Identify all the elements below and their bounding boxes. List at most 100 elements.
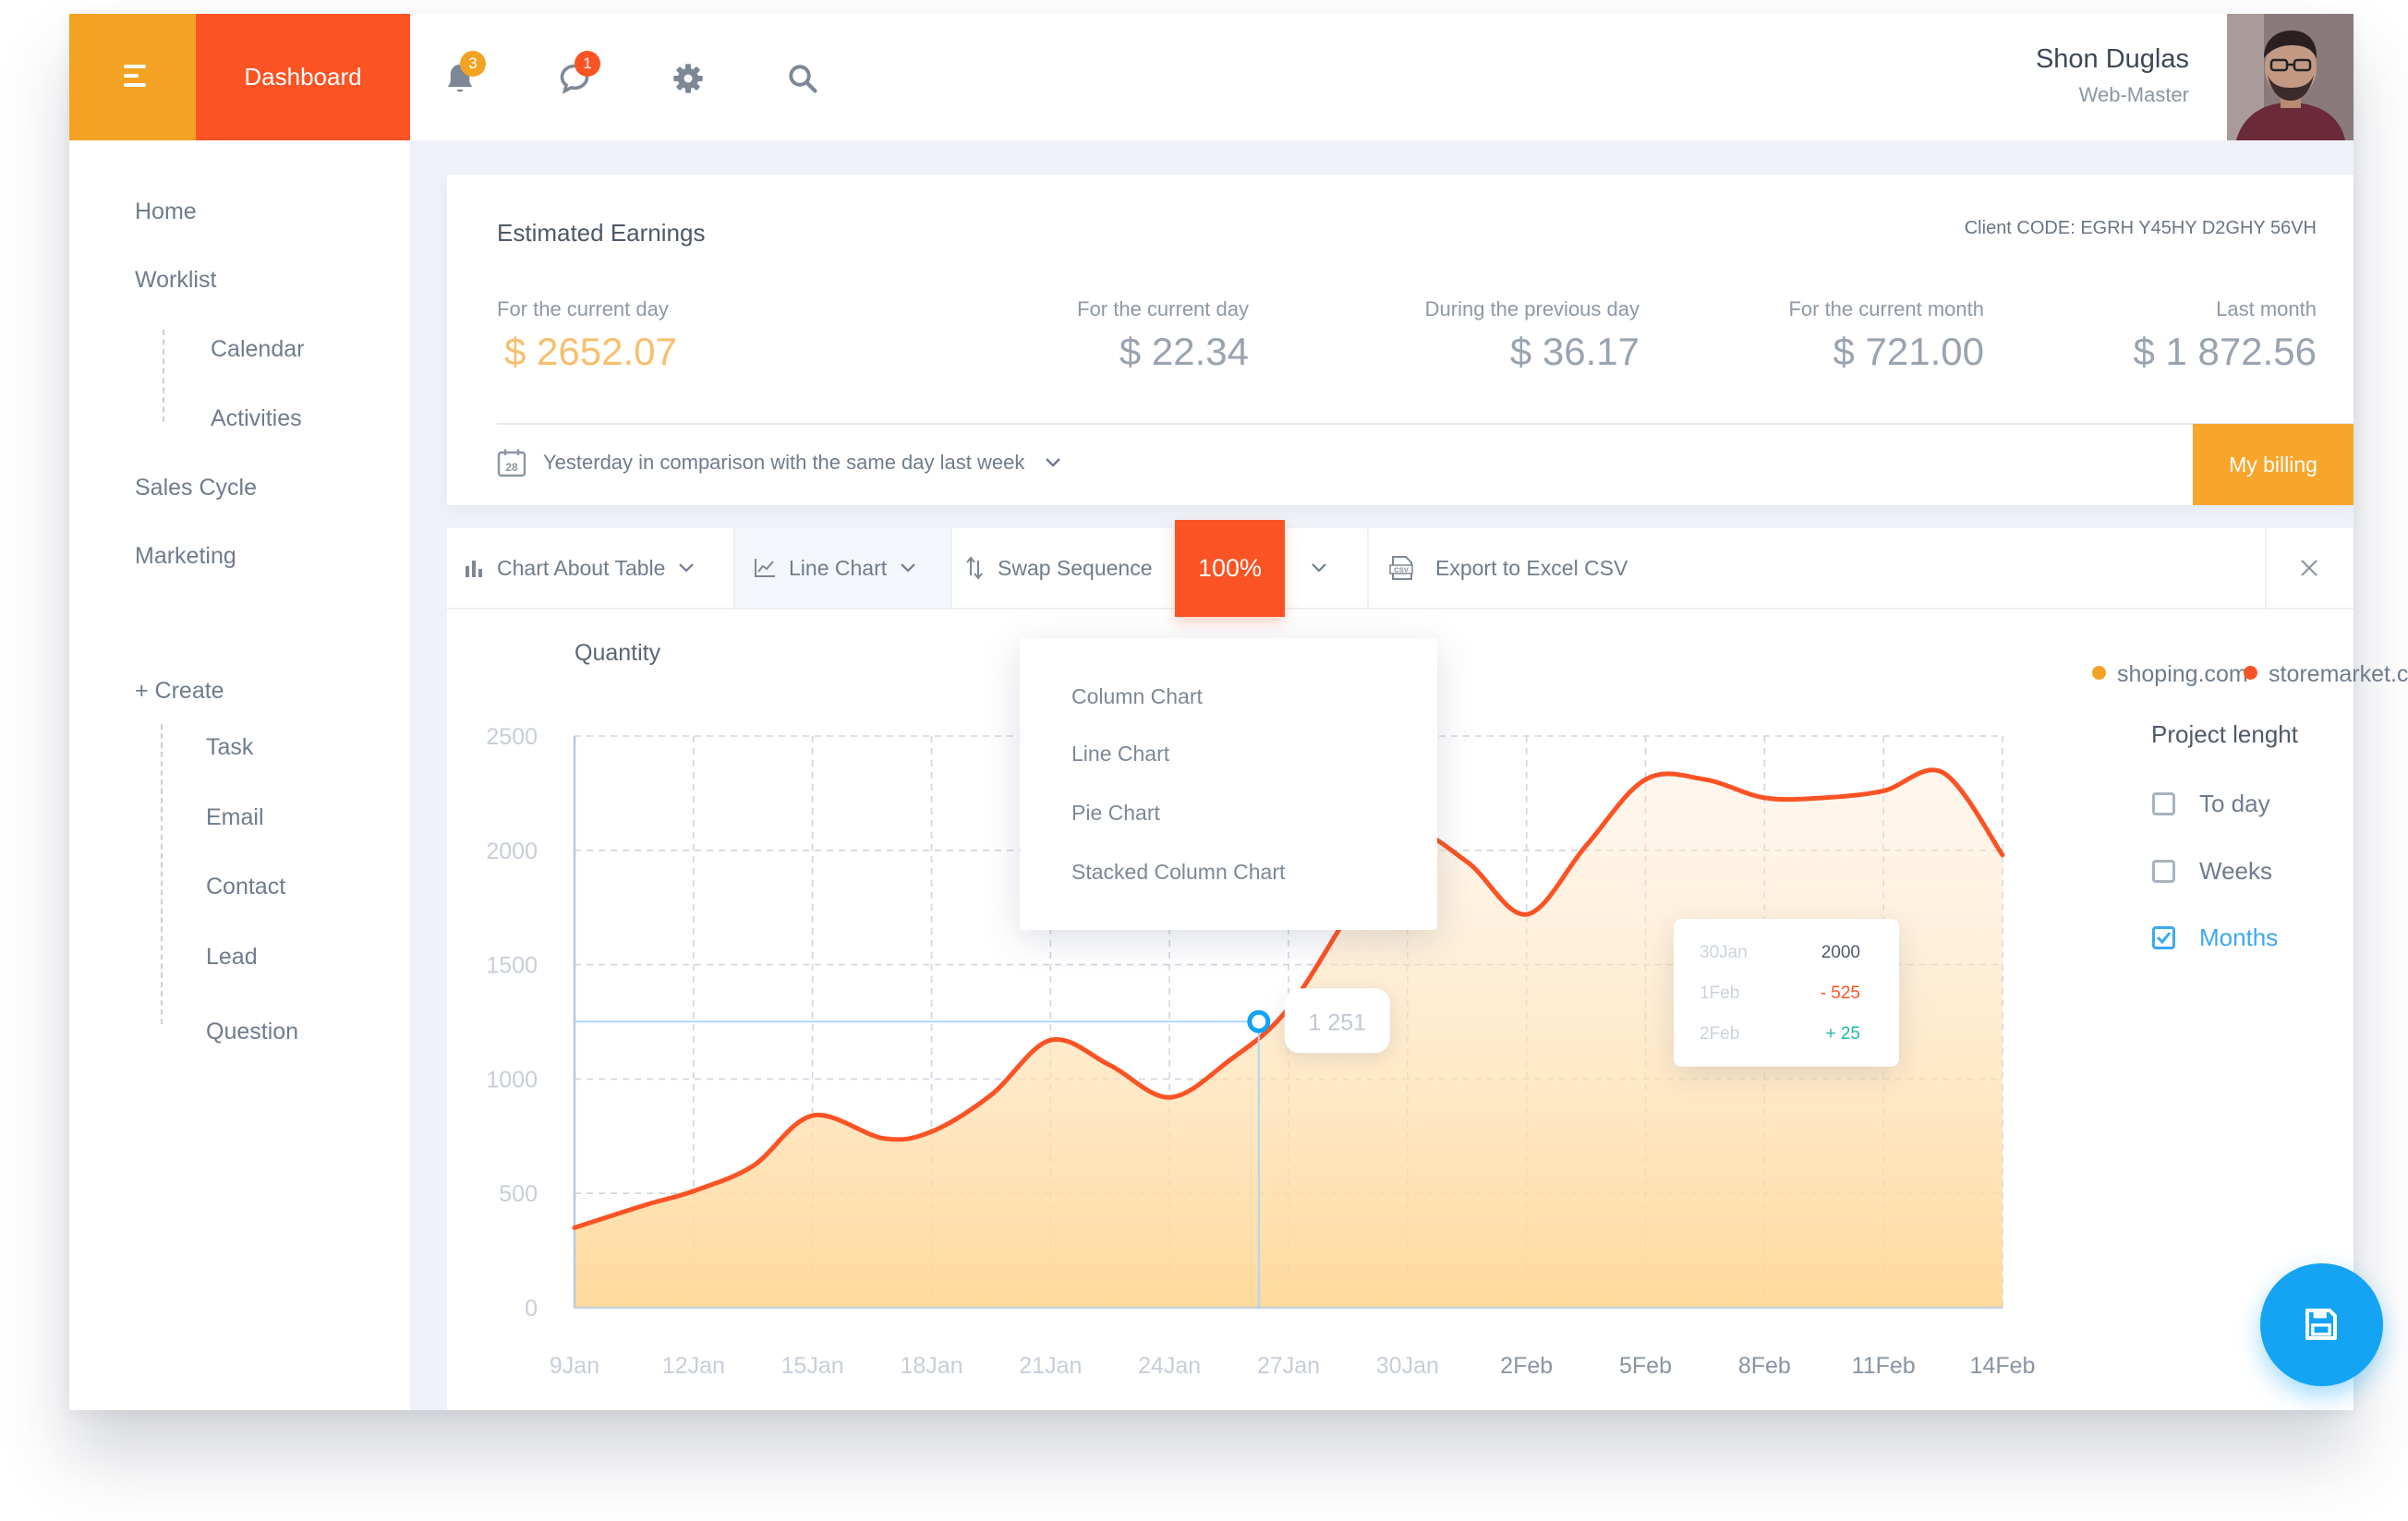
y-tick-label: 1000: [486, 1067, 538, 1092]
chevron-down-icon: [1046, 458, 1061, 467]
checkbox-box: [2152, 792, 2175, 815]
earnings-divider: [497, 423, 2354, 425]
y-tick-label: 500: [499, 1181, 538, 1207]
sidebar-item-marketing[interactable]: Marketing: [135, 543, 236, 570]
y-tick-label: 2000: [486, 839, 538, 864]
tooltip-date: 1Feb: [1700, 984, 1739, 1003]
x-tick-label: 9Jan: [550, 1353, 599, 1379]
stat-value-last-month: $ 1 872.56: [2133, 330, 2317, 373]
zoom-dropdown-button[interactable]: [1311, 528, 1327, 608]
tooltip-value: - 525: [1821, 984, 1860, 1003]
stat-label-last-month: Last month: [2216, 297, 2317, 320]
stat-value-previous-day: $ 36.17: [1509, 330, 1640, 373]
legend-item-storemarket[interactable]: storemarket.com: [2244, 661, 2408, 688]
checkbox-months-label: Months: [2199, 923, 2279, 951]
tooltip-value: 2000: [1821, 943, 1860, 962]
line-chart-label: Line Chart: [789, 555, 888, 580]
comparison-selector[interactable]: 28 Yesterday in comparison with the same…: [497, 442, 1061, 483]
close-chart-button[interactable]: [2265, 528, 2354, 608]
chart-about-table-select[interactable]: Chart About Table: [464, 528, 695, 608]
checkbox-weeks[interactable]: Weeks: [2152, 857, 2272, 886]
x-tick-label: 5Feb: [1619, 1353, 1672, 1379]
svg-text:CSV: CSV: [1394, 566, 1408, 574]
line-chart-select[interactable]: Line Chart: [735, 528, 950, 608]
value-tooltip-text: 1 251: [1309, 1009, 1367, 1035]
create-item-task[interactable]: Task: [206, 734, 253, 761]
my-billing-button[interactable]: My billing: [2193, 424, 2354, 505]
dropdown-item-line-chart[interactable]: Line Chart: [1071, 742, 1169, 767]
stat-label-current-day: For the current day: [1077, 297, 1249, 320]
y-tick-label: 1500: [486, 953, 538, 979]
search-icon: [789, 65, 817, 93]
export-csv-button[interactable]: CSV Export to Excel CSV: [1389, 528, 1628, 608]
checkbox-months[interactable]: Months: [2152, 923, 2278, 952]
x-tick-label: 11Feb: [1852, 1353, 1916, 1379]
sidebar: Home Worklist Calendar Activities Sales …: [69, 140, 410, 1410]
x-tick-label: 8Feb: [1738, 1353, 1791, 1379]
swap-icon: [966, 556, 983, 580]
notifications-button[interactable]: 3: [432, 51, 488, 106]
messages-button[interactable]: 1: [547, 51, 602, 106]
create-button[interactable]: + Create: [135, 678, 224, 705]
search-button[interactable]: [775, 51, 830, 106]
y-tick-label: 0: [525, 1296, 538, 1322]
csv-file-icon: CSV: [1389, 556, 1413, 580]
worklist-tree-line: [163, 330, 164, 422]
top-bar: Dashboard 3 1 Shon Duglas Web-Master: [69, 14, 2354, 140]
legend-item-shoping[interactable]: shoping.com: [2092, 661, 2248, 688]
notifications-badge: 3: [460, 51, 486, 77]
save-button[interactable]: [2260, 1263, 2383, 1386]
checkbox-today[interactable]: To day: [2152, 790, 2270, 818]
menu-button[interactable]: [69, 14, 196, 140]
tooltip-date: 2Feb: [1700, 1024, 1739, 1044]
dashboard-button[interactable]: Dashboard: [196, 14, 410, 140]
sidebar-item-home[interactable]: Home: [135, 199, 197, 225]
sidebar-item-worklist[interactable]: Worklist: [135, 267, 216, 294]
x-tick-label: 15Jan: [781, 1353, 844, 1379]
chart-type-dropdown: Column Chart Line Chart Pie Chart Stacke…: [1020, 638, 1437, 930]
chart-about-table-label: Chart About Table: [497, 555, 666, 580]
svg-text:28: 28: [505, 461, 518, 474]
sidebar-item-calendar[interactable]: Calendar: [211, 336, 304, 363]
toolbar-divider: [1367, 528, 1369, 608]
sidebar-item-activities[interactable]: Activities: [211, 405, 302, 432]
chart-toolbar: Chart About Table Line Chart Swap Sequen…: [447, 520, 2354, 617]
chevron-down-icon: [901, 563, 915, 573]
bar-chart-icon: [466, 561, 482, 577]
x-tick-label: 2Feb: [1500, 1353, 1553, 1379]
y-axis-title: Quantity: [575, 640, 661, 666]
legend-label-shoping: shoping.com: [2117, 661, 2248, 687]
toolbar-divider: [950, 528, 952, 608]
checkbox-today-label: To day: [2199, 790, 2270, 817]
dropdown-item-column-chart[interactable]: Column Chart: [1071, 684, 1203, 709]
checkbox-weeks-label: Weeks: [2199, 857, 2272, 885]
create-item-email[interactable]: Email: [206, 804, 264, 831]
earnings-title: Estimated Earnings: [497, 219, 706, 247]
create-item-question[interactable]: Question: [206, 1019, 298, 1045]
stat-label-current-month: For the current month: [1788, 297, 1984, 320]
x-tick-label: 12Jan: [662, 1353, 725, 1379]
dropdown-item-stacked-column-chart[interactable]: Stacked Column Chart: [1071, 860, 1285, 885]
line-chart-icon: [755, 559, 775, 577]
sidebar-item-sales-cycle[interactable]: Sales Cycle: [135, 475, 257, 501]
messages-badge: 1: [575, 51, 600, 77]
earnings-card: Estimated Earnings Client CODE: EGRH Y45…: [447, 175, 2354, 505]
x-tick-label: 14Feb: [1970, 1353, 2036, 1379]
legend-dot-icon: [2092, 666, 2106, 680]
menu-icon: [124, 65, 148, 89]
create-item-contact[interactable]: Contact: [206, 874, 285, 900]
export-csv-label: Export to Excel CSV: [1435, 555, 1628, 580]
checkbox-box: [2152, 860, 2175, 883]
create-tree-line: [161, 724, 163, 1024]
tooltip-value: + 25: [1825, 1024, 1860, 1044]
settings-button[interactable]: [660, 51, 716, 106]
point-marker: [1247, 1009, 1271, 1033]
avatar[interactable]: [2227, 14, 2354, 140]
create-item-lead[interactable]: Lead: [206, 944, 258, 971]
client-code: Client CODE: EGRH Y45HY D2GHY 56VH: [1964, 218, 2317, 238]
user-role: Web-Master: [2078, 83, 2189, 106]
stat-label-previous-day: During the previous day: [1424, 297, 1640, 320]
dropdown-item-pie-chart[interactable]: Pie Chart: [1071, 801, 1160, 826]
swap-sequence-button[interactable]: Swap Sequence: [964, 528, 1153, 608]
zoom-percent-button[interactable]: 100%: [1175, 520, 1285, 617]
